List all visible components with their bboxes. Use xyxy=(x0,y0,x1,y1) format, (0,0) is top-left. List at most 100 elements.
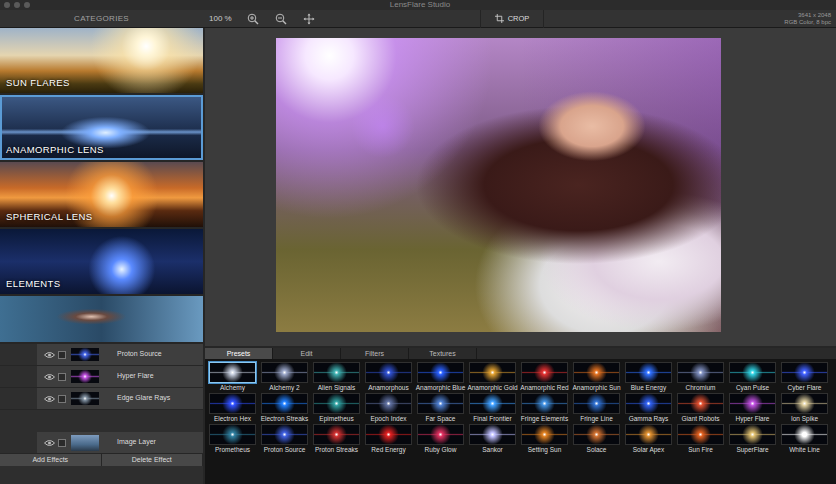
preset-item[interactable]: Fringe Elements xyxy=(519,393,570,423)
preset-name: Far Space xyxy=(426,415,456,423)
preset-item[interactable]: Anamorphic Blue xyxy=(415,362,466,392)
preset-item[interactable]: SuperFlare xyxy=(727,424,778,454)
preset-name: Blue Energy xyxy=(631,384,666,392)
preset-name: Proton Streaks xyxy=(315,446,358,454)
zoom-out-icon[interactable] xyxy=(274,12,288,26)
preset-item[interactable]: Electron Hex xyxy=(207,393,258,423)
layer-row[interactable]: Proton Source xyxy=(0,344,203,366)
close-button[interactable] xyxy=(4,2,10,8)
preset-name: Epimetheus xyxy=(319,415,353,423)
layer-row[interactable]: Hyper Flare xyxy=(0,366,203,388)
preset-item[interactable]: Ruby Glow xyxy=(415,424,466,454)
zoom-level: 100 % xyxy=(209,13,232,25)
preset-thumbnail xyxy=(469,424,516,445)
crop-button[interactable]: CROP xyxy=(480,10,545,28)
preset-item[interactable]: Cyber Flare xyxy=(779,362,830,392)
preset-item[interactable]: Electron Streaks xyxy=(259,393,310,423)
preset-thumbnail xyxy=(677,424,724,445)
main-area: SUN FLARESANAMORPHIC LENSSPHERICAL LENSE… xyxy=(0,28,836,484)
layer-checkbox[interactable] xyxy=(58,373,66,381)
preset-item[interactable]: Epimetheus xyxy=(311,393,362,423)
layer-checkbox[interactable] xyxy=(58,439,66,447)
layer-checkbox[interactable] xyxy=(58,351,66,359)
category-label: SUN FLARES xyxy=(6,76,198,90)
zoom-in-icon[interactable] xyxy=(246,12,260,26)
preset-item[interactable]: Prometheus xyxy=(207,424,258,454)
eye-icon[interactable] xyxy=(44,351,55,359)
preset-item[interactable]: Alchemy 2 xyxy=(259,362,310,392)
preset-name: Cyan Pulse xyxy=(736,384,769,392)
preset-grid: Alchemy Alchemy 2 Alien SignalsAnamorphous… xyxy=(205,359,836,454)
preset-thumbnail xyxy=(677,393,724,414)
tab[interactable]: Filters xyxy=(341,348,409,359)
eye-icon[interactable] xyxy=(44,373,55,381)
photo[interactable] xyxy=(276,38,721,332)
preset-item[interactable]: Blue Energy xyxy=(623,362,674,392)
preset-item[interactable]: Sun Fire xyxy=(675,424,726,454)
move-icon[interactable] xyxy=(302,12,316,26)
preset-name: Alchemy xyxy=(220,384,245,392)
tab[interactable]: Textures xyxy=(409,348,477,359)
preset-name: Alchemy 2 xyxy=(269,384,299,392)
eye-icon[interactable] xyxy=(44,395,55,403)
preset-item[interactable]: Anamorphic Sun xyxy=(571,362,622,392)
layer-row[interactable]: Image Layer xyxy=(0,432,203,454)
preset-thumbnail xyxy=(261,393,308,414)
preset-thumbnail xyxy=(729,424,776,445)
preset-item[interactable]: Alien Signals xyxy=(311,362,362,392)
preset-item[interactable]: Giant Robots xyxy=(675,393,726,423)
preset-name: Anamorphic Gold xyxy=(467,384,517,392)
category-item[interactable] xyxy=(0,296,203,342)
presets-panel: PresetsEditFiltersTextures AlchemyAlchem… xyxy=(205,348,836,484)
preset-item[interactable]: Chromium xyxy=(675,362,726,392)
preset-item[interactable]: Sankor xyxy=(467,424,518,454)
preset-item[interactable]: Proton Source xyxy=(259,424,310,454)
category-item[interactable]: SUN FLARES xyxy=(0,28,203,93)
preset-item[interactable]: Final Frontier xyxy=(467,393,518,423)
tab[interactable]: Presets xyxy=(205,348,273,359)
category-item[interactable]: SPHERICAL LENS xyxy=(0,162,203,227)
layer-thumbnail xyxy=(71,392,99,405)
preset-thumbnail xyxy=(625,393,672,414)
preset-item[interactable]: Alchemy xyxy=(207,362,258,392)
add-effects-button[interactable]: Add Effects xyxy=(0,454,102,466)
layer-buttons: Add EffectsDelete Effect xyxy=(0,454,203,466)
zoom-button[interactable] xyxy=(24,2,30,8)
preset-item[interactable]: Proton Streaks xyxy=(311,424,362,454)
preset-thumbnail xyxy=(781,424,828,445)
tab[interactable]: Edit xyxy=(273,348,341,359)
category-item[interactable]: ANAMORPHIC LENS xyxy=(0,95,203,160)
preset-item[interactable]: Red Energy xyxy=(363,424,414,454)
preset-name: Chromium xyxy=(686,384,716,392)
layer-checkbox[interactable] xyxy=(58,395,66,403)
preset-item[interactable]: Solar Apex xyxy=(623,424,674,454)
preset-item[interactable]: Fringe Line xyxy=(571,393,622,423)
preset-item[interactable]: Hyper Flare xyxy=(727,393,778,423)
layer-row[interactable]: Edge Glare Rays xyxy=(0,388,203,410)
preset-item[interactable]: Anamorphous xyxy=(363,362,414,392)
preset-item[interactable]: Ion Spike xyxy=(779,393,830,423)
minimize-button[interactable] xyxy=(14,2,20,8)
preset-name: Anamorphic Blue xyxy=(416,384,466,392)
preset-thumbnail xyxy=(209,424,256,445)
eye-icon[interactable] xyxy=(44,439,55,447)
preset-item[interactable]: Setting Sun xyxy=(519,424,570,454)
window-title: LensFlare Studio xyxy=(34,0,836,10)
category-item[interactable]: ELEMENTS xyxy=(0,229,203,294)
preset-item[interactable]: Gamma Rays xyxy=(623,393,674,423)
preset-item[interactable]: Far Space xyxy=(415,393,466,423)
preset-thumbnail xyxy=(521,424,568,445)
preset-name: Hyper Flare xyxy=(736,415,770,423)
preset-item[interactable]: Cyan Pulse xyxy=(727,362,778,392)
preset-item[interactable]: Anamorphic Red xyxy=(519,362,570,392)
preset-item[interactable]: Anamorphic Gold xyxy=(467,362,518,392)
preset-name: Sun Fire xyxy=(688,446,713,454)
preset-item[interactable]: Solace xyxy=(571,424,622,454)
tab-bar: PresetsEditFiltersTextures xyxy=(205,348,836,359)
preset-thumbnail xyxy=(365,424,412,445)
delete-effect-button[interactable]: Delete Effect xyxy=(102,454,204,466)
preset-item[interactable]: Epoch Index xyxy=(363,393,414,423)
preset-item[interactable]: White Line xyxy=(779,424,830,454)
preset-name: Prometheus xyxy=(215,446,250,454)
image-info: 3641 x 2048 RGB Color, 8 bpc xyxy=(784,12,836,26)
